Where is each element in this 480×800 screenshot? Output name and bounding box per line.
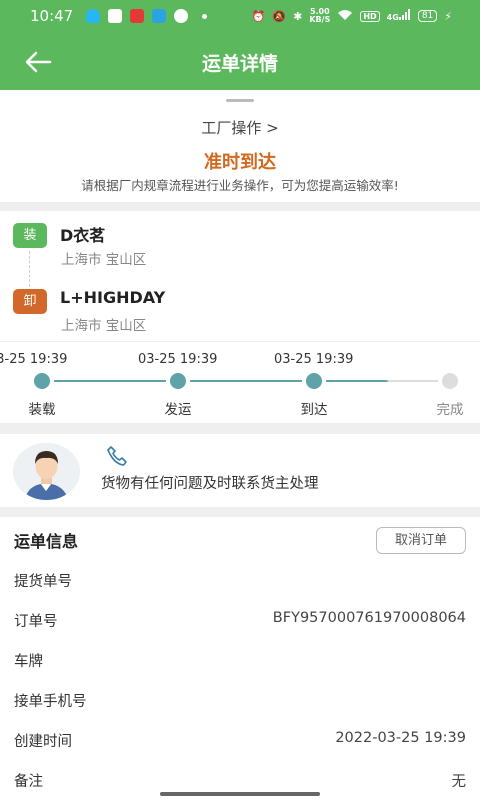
status-card: 工厂操作 > 准时到达 请根据厂内规章流程进行业务操作，可为您提高运输效率! bbox=[0, 90, 480, 202]
load-stop-name: D衣茗 bbox=[60, 226, 106, 245]
load-tag: 装 bbox=[13, 223, 47, 248]
charging-icon: ⚡ bbox=[444, 9, 452, 23]
info-row-key: 创建时间 bbox=[14, 734, 72, 750]
page-title: 运单详情 bbox=[201, 53, 278, 75]
progress-time: 03-25 19:39 bbox=[138, 352, 218, 367]
net-speed-unit: KB/S bbox=[309, 15, 331, 24]
progress-label: 发运 bbox=[164, 402, 192, 418]
progress-time: 03-25 19:39 bbox=[274, 352, 354, 367]
contact-hint: 货物有任何问题及时联系货主处理 bbox=[101, 476, 319, 492]
phone-icon[interactable] bbox=[106, 445, 128, 467]
app-notification-icon bbox=[108, 9, 122, 23]
route-card: 装 D衣茗 上海市 宝山区 卸 L+HIGHDAY 上海市 宝山区 03-25 … bbox=[0, 211, 480, 423]
battery-icon: 81 bbox=[417, 10, 438, 22]
info-row-value: 无 bbox=[451, 774, 467, 790]
mute-icon: 🔕 bbox=[272, 9, 287, 23]
wifi-icon bbox=[337, 9, 353, 24]
info-row-key: 订单号 bbox=[14, 614, 58, 630]
route-connector bbox=[29, 251, 30, 287]
net-speed: 5.00 KB/S bbox=[309, 8, 330, 24]
hd-icon: HD bbox=[360, 10, 380, 22]
info-row-key: 备注 bbox=[14, 774, 43, 790]
header: 运单详情 bbox=[0, 34, 480, 90]
factory-ops-link[interactable]: 工厂操作 > bbox=[0, 117, 480, 138]
info-row-key: 接单手机号 bbox=[14, 694, 87, 710]
contact-card: 货物有任何问题及时联系货主处理 bbox=[0, 434, 480, 507]
info-row-key: 车牌 bbox=[14, 654, 43, 670]
order-info-card: 运单信息 取消订单 提货单号订单号 BFY957000761970008064 车牌… bbox=[0, 517, 480, 800]
more-notifications-icon bbox=[202, 14, 207, 19]
progress-dot bbox=[170, 373, 186, 389]
info-row: 车牌 bbox=[0, 650, 480, 676]
bluetooth-icon: ✱ bbox=[293, 9, 303, 23]
info-row-value: BFY957000761970008064 bbox=[272, 610, 466, 626]
home-indicator[interactable] bbox=[160, 792, 320, 796]
status-time: 10:47 bbox=[30, 7, 74, 25]
progress-dot bbox=[34, 373, 50, 389]
progress-dot bbox=[442, 373, 458, 389]
info-row-value: 2022-03-25 19:39 bbox=[335, 730, 466, 746]
progress-label: 到达 bbox=[300, 402, 328, 418]
signal-label: 4G bbox=[386, 13, 399, 22]
unload-stop-name: L+HIGHDAY bbox=[60, 288, 166, 307]
signal-icon: 4G bbox=[387, 9, 411, 23]
cancel-order-button[interactable]: 取消订单 bbox=[376, 527, 466, 554]
order-info-title: 运单信息 bbox=[14, 532, 79, 551]
status-bar: 10:47 ⏰ 🔕 ✱ 5.00 KB/S HD 4G 81 ⚡ bbox=[0, 0, 480, 34]
video-app-icon bbox=[130, 9, 144, 23]
info-row: 接单手机号 bbox=[0, 690, 480, 716]
progress-label: 装载 bbox=[28, 402, 56, 418]
load-stop-address: 上海市 宝山区 bbox=[61, 252, 147, 268]
unload-stop-address: 上海市 宝山区 bbox=[61, 318, 147, 334]
arrival-status: 准时到达 bbox=[204, 152, 276, 173]
info-row: 订单号 BFY957000761970008064 bbox=[0, 610, 480, 636]
unload-tag: 卸 bbox=[13, 289, 47, 314]
progress-label: 完成 bbox=[436, 402, 464, 418]
progress-line bbox=[326, 380, 438, 382]
app-notification-icon bbox=[86, 9, 100, 23]
info-row-key: 提货单号 bbox=[14, 574, 72, 590]
alarm-icon: ⏰ bbox=[251, 9, 266, 23]
progress-line bbox=[54, 380, 166, 382]
progress-time: 03-25 19:39 bbox=[0, 352, 68, 367]
map-pin-icon bbox=[174, 9, 188, 23]
progress-line bbox=[190, 380, 302, 382]
ops-hint: 请根据厂内规章流程进行业务操作，可为您提高运输效率! bbox=[81, 178, 399, 193]
progress-dot bbox=[306, 373, 322, 389]
notification-icons bbox=[86, 9, 207, 23]
avatar bbox=[13, 443, 80, 500]
telegram-icon bbox=[152, 9, 166, 23]
progress-timeline: 03-25 19:39 装载 03-25 19:39 发运 03-25 19:39 到达 完… bbox=[0, 342, 480, 423]
info-row: 提货单号 bbox=[0, 570, 480, 596]
system-icons: ⏰ 🔕 ✱ 5.00 KB/S HD 4G 81 ⚡ bbox=[252, 8, 452, 24]
drag-handle[interactable] bbox=[226, 99, 254, 102]
info-row: 创建时间 2022-03-25 19:39 bbox=[0, 730, 480, 756]
